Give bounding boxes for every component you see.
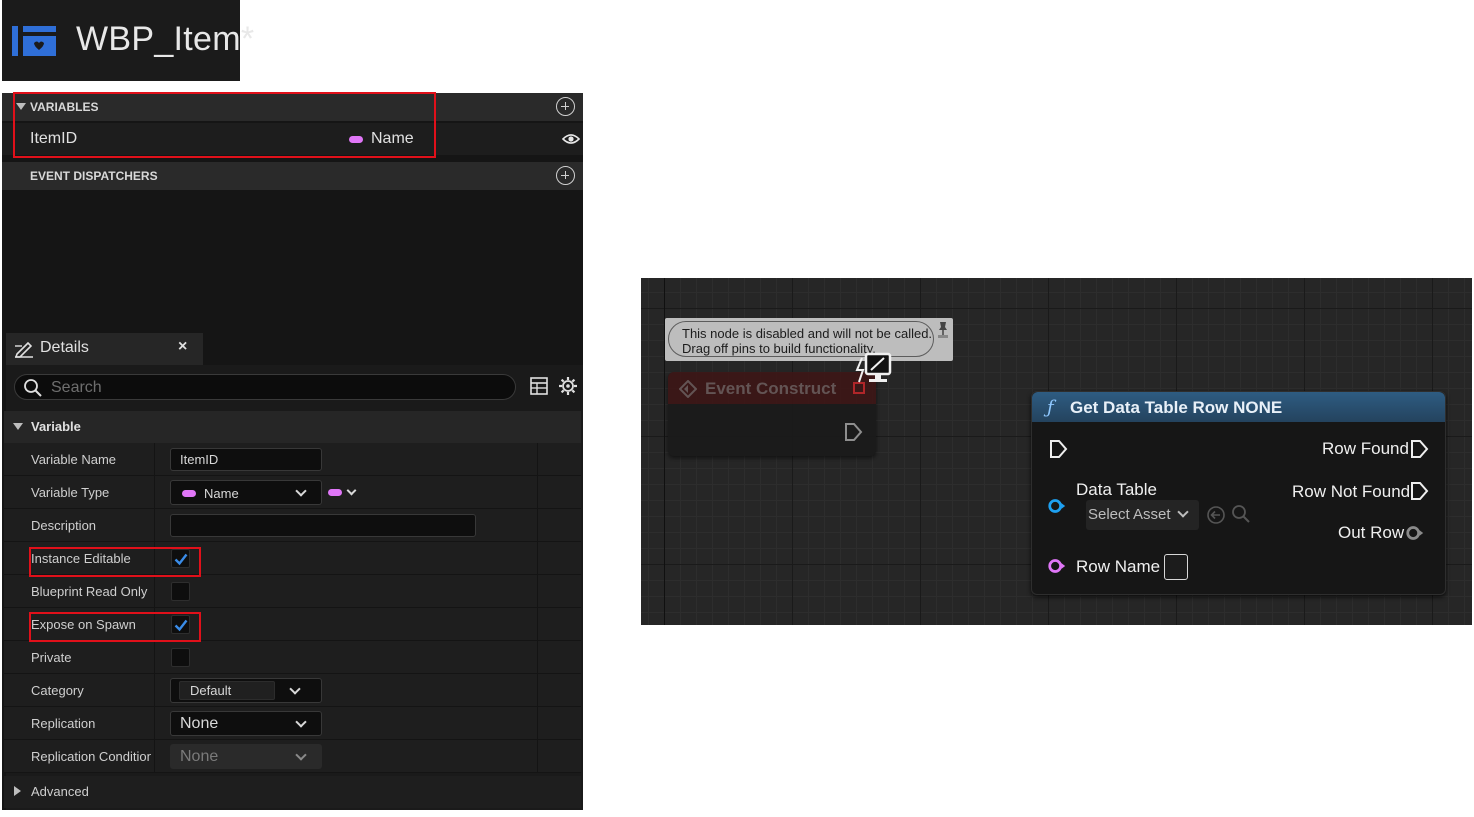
variable-type-value: Name [204, 486, 239, 501]
details-tab[interactable]: Details × [6, 333, 203, 365]
property-matrix-icon[interactable] [530, 377, 548, 395]
data-table-pin-label: Data Table [1076, 480, 1157, 499]
object-pin-icon[interactable] [1047, 496, 1067, 516]
comment-line-2: Drag off pins to build functionality. [682, 341, 876, 356]
chevron-down-icon [289, 683, 301, 695]
category-value: Default [190, 683, 232, 698]
private-checkbox[interactable] [171, 648, 190, 667]
search-icon [24, 379, 42, 397]
function-icon: ƒ [1047, 397, 1054, 418]
add-dispatcher-icon[interactable] [556, 166, 575, 185]
variable-type-row: Variable Type Name [4, 476, 581, 509]
chevron-down-icon [346, 485, 357, 496]
category-combo[interactable]: Default [170, 678, 322, 703]
highlight-expose-on-spawn-box [29, 612, 201, 642]
add-variable-icon[interactable] [556, 97, 575, 116]
blueprint-title: WBP_Item* [76, 20, 255, 58]
function-node-header: ƒ Get Data Table Row NONE [1032, 392, 1445, 422]
advanced-section-header[interactable]: Advanced [4, 776, 581, 808]
replication-condition-dropdown[interactable]: None [170, 744, 322, 769]
container-type-dropdown[interactable] [328, 485, 362, 501]
client-only-monitor-icon [855, 352, 892, 383]
variable-category-label: Variable [31, 419, 81, 434]
blueprint-title-tab[interactable]: WBP_Item* [2, 0, 254, 81]
chevron-down-icon [295, 749, 307, 761]
private-label: Private [31, 650, 72, 665]
row-found-exec-pin-icon[interactable] [1409, 439, 1429, 459]
name-type-pill-icon [182, 490, 196, 497]
blueprint-read-only-checkbox[interactable] [171, 582, 190, 601]
data-table-asset-value: Select Asset [1088, 506, 1171, 523]
replication-dropdown[interactable]: None [170, 711, 322, 736]
row-not-found-exec-pin-icon[interactable] [1409, 481, 1429, 501]
pencil-edit-icon [14, 341, 33, 358]
get-data-table-row-node[interactable]: ƒ Get Data Table Row NONE Row Found Data… [1031, 391, 1446, 595]
single-container-pill-icon [328, 489, 342, 496]
replication-condition-label: Replication Condition [31, 749, 151, 764]
category-row: Category Default [4, 674, 581, 707]
close-icon[interactable]: × [178, 338, 187, 356]
advanced-label: Advanced [31, 784, 89, 799]
row-not-found-label: Row Not Found [1292, 482, 1411, 501]
variable-type-label: Variable Type [31, 485, 110, 500]
description-row: Description [4, 509, 581, 542]
chevron-down-icon [295, 716, 307, 728]
details-search-input[interactable] [51, 378, 501, 398]
function-node-title: Get Data Table Row NONE [1070, 398, 1283, 417]
use-selected-asset-icon[interactable] [1206, 505, 1226, 525]
gear-icon[interactable] [558, 376, 578, 396]
description-label: Description [31, 518, 97, 533]
pin-comment-icon[interactable] [937, 321, 949, 339]
highlight-instance-editable-box [29, 547, 201, 577]
collapse-arrow-icon [13, 423, 23, 430]
event-dispatchers-section-header[interactable]: EVENT DISPATCHERS [2, 162, 583, 190]
variable-name-label: Variable Name [31, 452, 117, 467]
row-name-pin-label: Row Name [1076, 557, 1161, 576]
event-construct-node[interactable]: Event Construct [668, 372, 876, 456]
event-node-header: Event Construct [668, 372, 876, 404]
struct-output-pin-icon[interactable] [1405, 523, 1425, 543]
disabled-node-comment: This node is disabled and will not be ca… [665, 318, 953, 361]
event-diamond-icon [679, 380, 697, 398]
variable-category-header[interactable]: Variable [4, 411, 581, 443]
replication-value: None [180, 715, 219, 732]
category-label: Category [31, 683, 84, 698]
browse-asset-search-icon[interactable] [1231, 504, 1251, 524]
event-graph-canvas[interactable]: This node is disabled and will not be ca… [641, 278, 1472, 625]
event-dispatchers-header-label: EVENT DISPATCHERS [30, 169, 158, 183]
comment-bubble-outline: This node is disabled and will not be ca… [668, 321, 934, 357]
private-row: Private [4, 641, 581, 674]
exec-output-pin-icon[interactable] [843, 422, 863, 442]
data-table-asset-picker[interactable]: Select Asset [1086, 500, 1199, 530]
name-pin-icon[interactable] [1047, 556, 1067, 576]
blueprint-read-only-label: Blueprint Read Only [31, 584, 148, 599]
chevron-down-icon [295, 485, 307, 497]
row-found-label: Row Found [1322, 439, 1409, 458]
highlight-variables-box [13, 92, 436, 158]
description-field[interactable] [170, 514, 476, 537]
row-name-input[interactable] [1164, 554, 1188, 580]
details-tab-label: Details [40, 339, 89, 356]
out-row-label: Out Row [1338, 523, 1405, 542]
comment-line-1: This node is disabled and will not be ca… [682, 326, 933, 341]
replication-condition-row: Replication Condition None [4, 740, 581, 773]
event-node-title: Event Construct [705, 379, 837, 398]
eye-icon[interactable] [562, 133, 580, 145]
chevron-down-icon [1177, 506, 1189, 518]
replication-row: Replication None [4, 707, 581, 740]
variable-name-field[interactable]: ItemID [170, 448, 322, 471]
comment-text: This node is disabled and will not be ca… [682, 326, 932, 356]
variable-type-dropdown[interactable]: Name [170, 480, 322, 505]
expand-arrow-icon [14, 786, 21, 796]
details-search-box[interactable] [14, 374, 516, 400]
exec-input-pin-icon[interactable] [1048, 439, 1068, 459]
blueprint-read-only-row: Blueprint Read Only [4, 575, 581, 608]
replication-label: Replication [31, 716, 96, 731]
widget-blueprint-icon [12, 26, 56, 56]
variable-name-row: Variable Name ItemID [4, 443, 581, 476]
replication-condition-value: None [180, 748, 219, 765]
